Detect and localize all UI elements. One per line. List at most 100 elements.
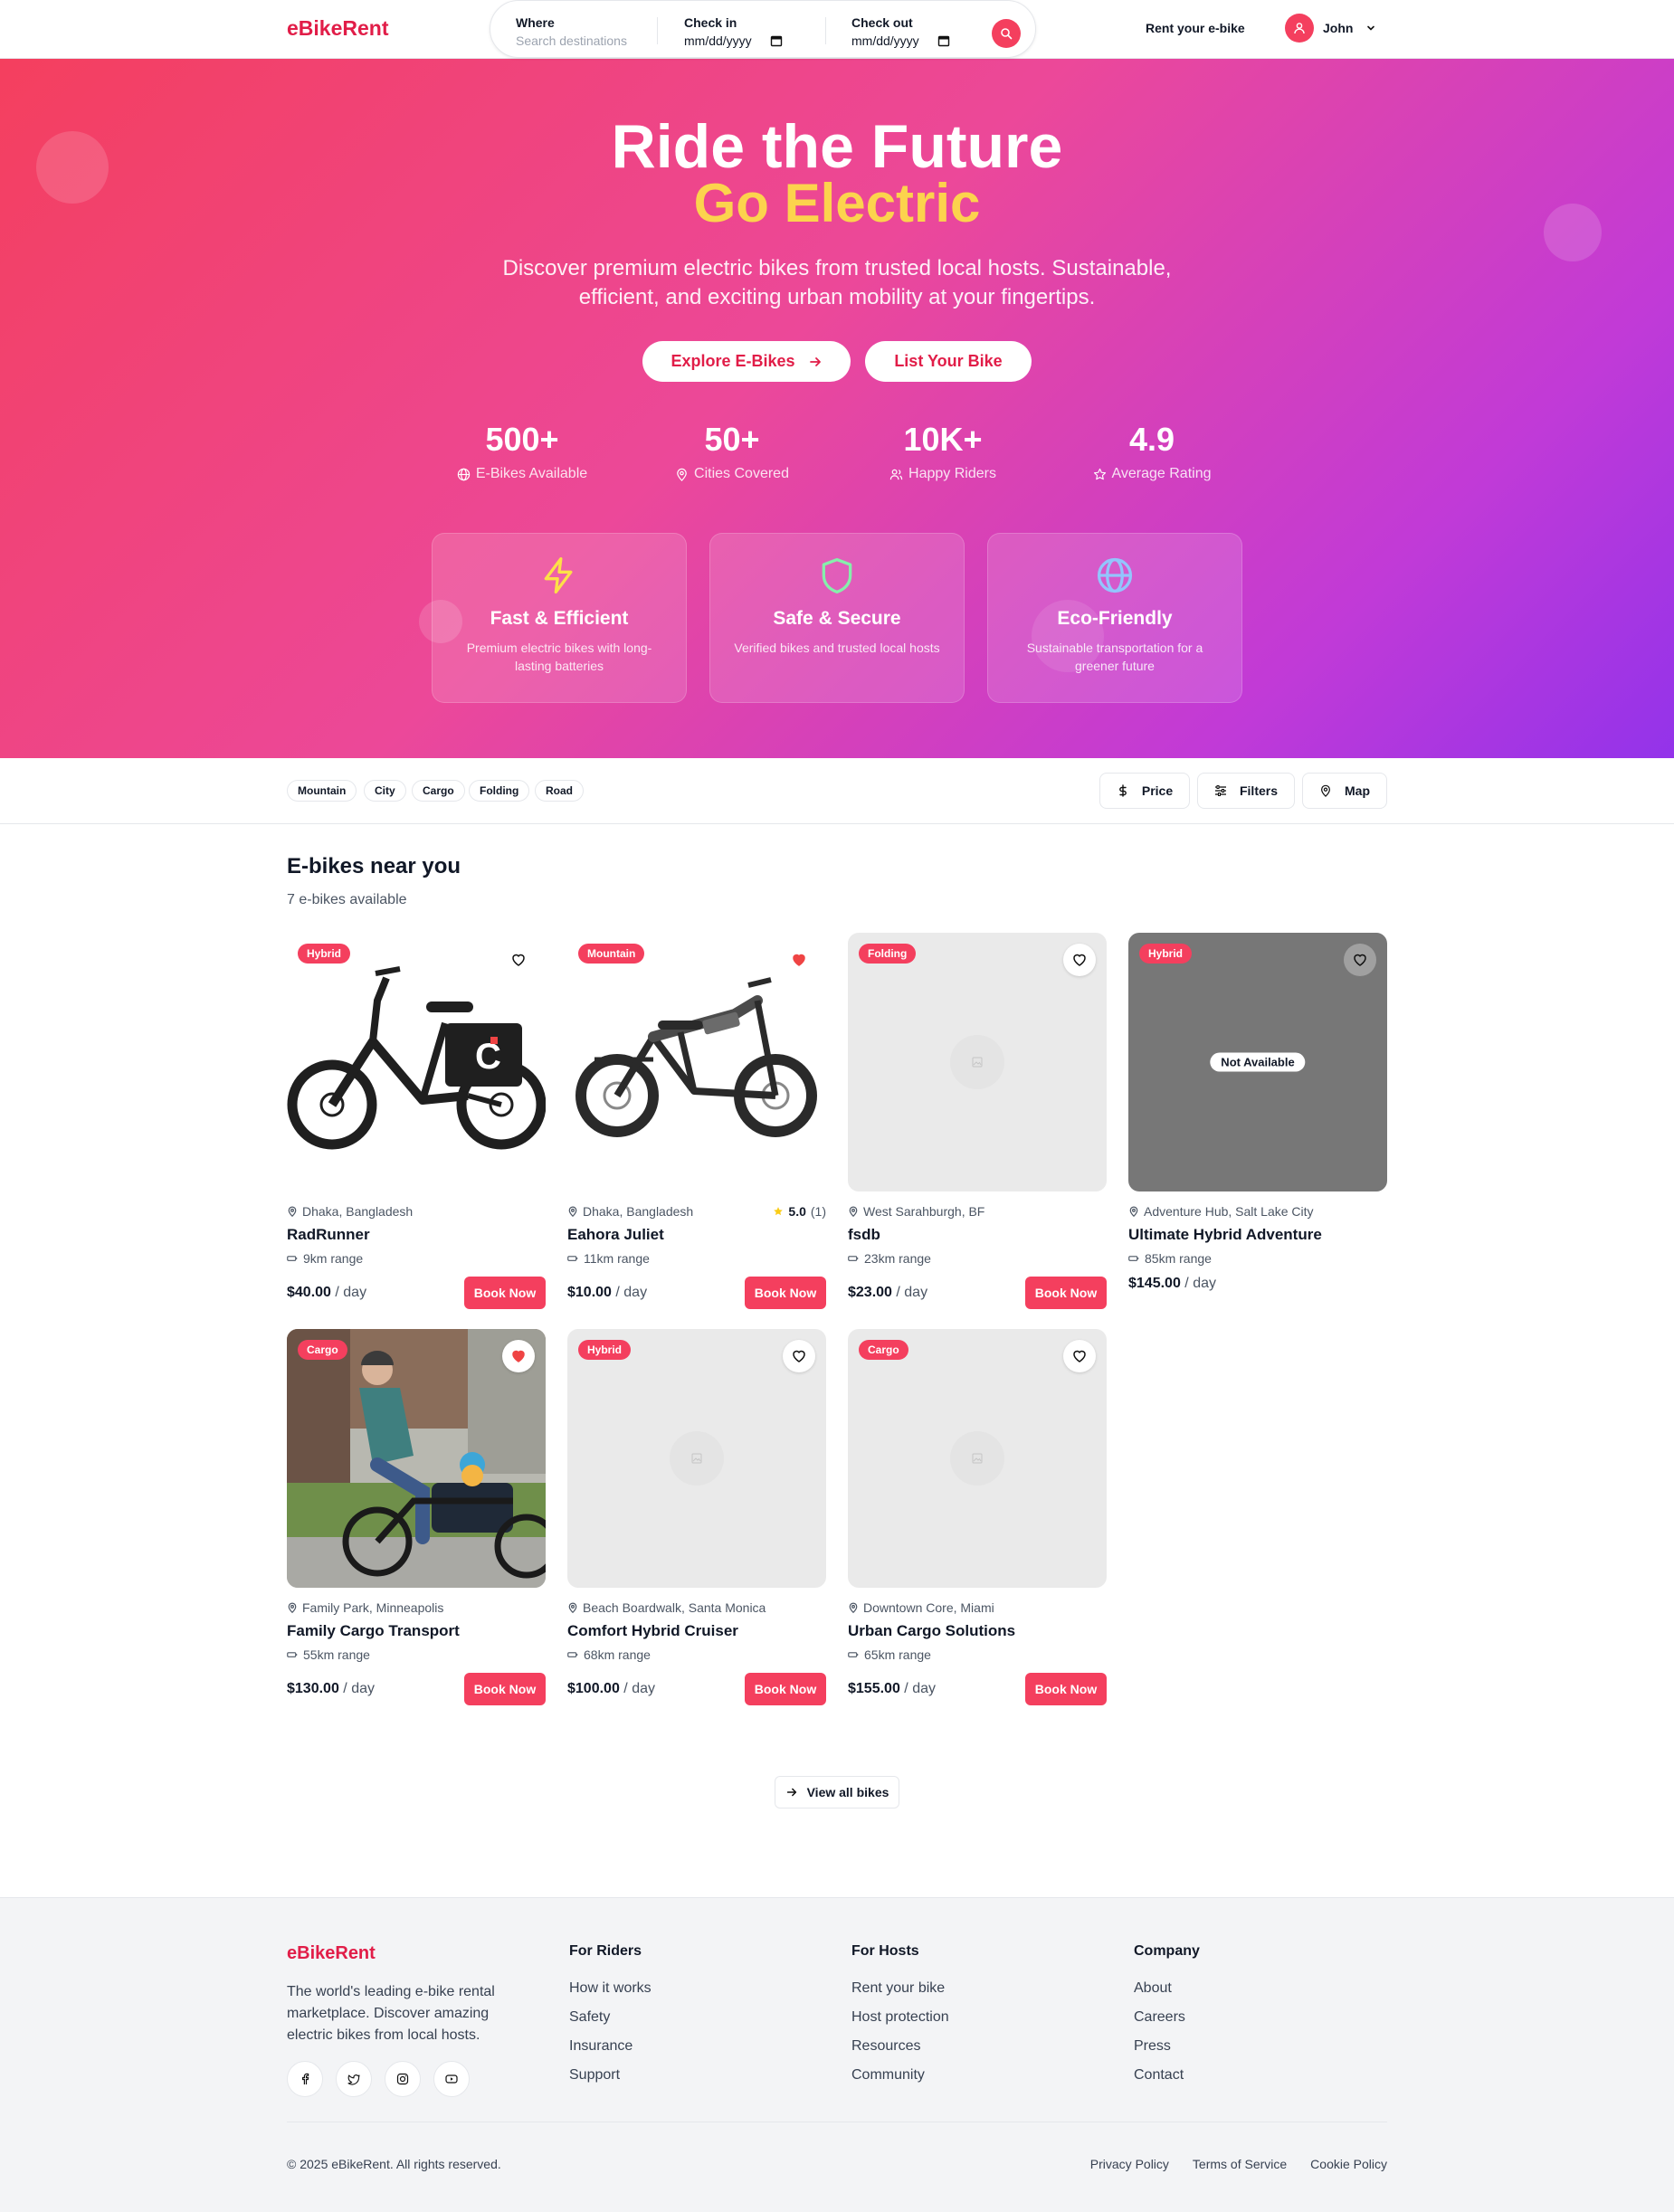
bike-image[interactable]: Mountain (567, 933, 826, 1191)
bike-name[interactable]: Urban Cargo Solutions (848, 1622, 1107, 1640)
category-chip-city[interactable]: City (364, 780, 406, 802)
logo[interactable]: eBikeRent (287, 16, 388, 41)
favorite-button[interactable] (1344, 944, 1376, 976)
facebook-link[interactable] (287, 2061, 323, 2097)
footer-link[interactable]: Support (569, 2061, 652, 2090)
social-links (287, 2061, 470, 2097)
bike-card[interactable]: C Hybrid Dhaka, Bangladesh RadRunner 9km… (287, 933, 546, 1309)
map-button[interactable]: Map (1302, 773, 1387, 809)
bike-name[interactable]: fsdb (848, 1226, 1107, 1244)
category-chip-mountain[interactable]: Mountain (287, 780, 357, 802)
bike-name[interactable]: Family Cargo Transport (287, 1622, 546, 1640)
bike-card[interactable]: Hybrid Beach Boardwalk, Santa Monica Com… (567, 1329, 826, 1705)
footer-link[interactable]: Resources (851, 2032, 949, 2061)
range-text: 9km range (303, 1251, 364, 1266)
bike-name[interactable]: Eahora Juliet (567, 1226, 826, 1244)
footer-link[interactable]: Careers (1134, 2003, 1200, 2032)
footer-link[interactable]: Contact (1134, 2061, 1200, 2090)
book-now-button[interactable]: Book Now (745, 1277, 826, 1309)
bike-name[interactable]: Comfort Hybrid Cruiser (567, 1622, 826, 1640)
image-icon (972, 1453, 983, 1464)
footer-link[interactable]: About (1134, 1974, 1200, 2003)
footer-link[interactable]: Press (1134, 2032, 1200, 2061)
footer-logo[interactable]: eBikeRent (287, 1943, 376, 1964)
book-now-button[interactable]: Book Now (1025, 1277, 1107, 1309)
footer-link[interactable]: Insurance (569, 2032, 652, 2061)
bike-image[interactable]: Cargo (848, 1329, 1107, 1588)
category-chip-cargo[interactable]: Cargo (412, 780, 465, 802)
bike-image[interactable]: Folding (848, 933, 1107, 1191)
favorite-button[interactable] (1063, 1340, 1096, 1372)
category-badge: Mountain (578, 944, 645, 964)
checkout-input[interactable]: mm/dd/yyyy (851, 33, 950, 48)
footer-column-riders: For Riders How it works Safety Insurance… (569, 1943, 652, 2090)
bike-location: Adventure Hub, Salt Lake City (1128, 1204, 1387, 1219)
where-field[interactable]: Where Search destinations (516, 15, 627, 48)
book-now-button[interactable]: Book Now (745, 1673, 826, 1705)
footer-link[interactable]: Rent your bike (851, 1974, 949, 2003)
favorite-button[interactable] (783, 1340, 815, 1372)
user-menu[interactable]: John (1285, 14, 1376, 43)
category-chip-road[interactable]: Road (535, 780, 584, 802)
bike-card[interactable]: Mountain Dhaka, Bangladesh 5.0 (1) Eahor… (567, 933, 826, 1309)
hero-section: Ride the Future Go Electric Discover pre… (0, 59, 1674, 758)
review-count: (1) (810, 1204, 826, 1219)
cookie-policy-link[interactable]: Cookie Policy (1310, 2157, 1387, 2171)
favorite-button[interactable] (502, 944, 535, 976)
calendar-icon[interactable] (770, 34, 783, 47)
price-row: $100.00 / day Book Now (567, 1673, 826, 1705)
feature-title: Eco-Friendly (1057, 608, 1173, 629)
privacy-policy-link[interactable]: Privacy Policy (1090, 2157, 1169, 2171)
footer-link[interactable]: How it works (569, 1974, 652, 2003)
bike-card[interactable]: Folding West Sarahburgh, BF fsdb 23km ra… (848, 933, 1107, 1309)
bike-range: 11km range (567, 1251, 826, 1266)
bike-image[interactable]: Hybrid (567, 1329, 826, 1588)
price-button[interactable]: Price (1099, 773, 1190, 809)
favorite-button[interactable] (1063, 944, 1096, 976)
rent-your-ebike-link[interactable]: Rent your e-bike (1146, 21, 1245, 35)
favorite-button[interactable] (502, 1340, 535, 1372)
view-all-bikes-button[interactable]: View all bikes (775, 1776, 899, 1809)
book-now-button[interactable]: Book Now (1025, 1673, 1107, 1705)
filters-button[interactable]: Filters (1197, 773, 1295, 809)
bike-card[interactable]: Cargo Family Park, Minneapolis Family Ca… (287, 1329, 546, 1705)
bike-card[interactable]: Cargo Downtown Core, Miami Urban Cargo S… (848, 1329, 1107, 1705)
bike-range: 55km range (287, 1647, 546, 1662)
avatar[interactable] (1285, 14, 1314, 43)
twitter-link[interactable] (336, 2061, 372, 2097)
chevron-down-icon[interactable] (1365, 23, 1376, 33)
where-input[interactable]: Search destinations (516, 33, 627, 48)
price-row: $130.00 / day Book Now (287, 1673, 546, 1705)
price-value: $23.00 (848, 1285, 892, 1300)
favorite-button[interactable] (783, 944, 815, 976)
book-now-button[interactable]: Book Now (464, 1673, 546, 1705)
map-pin-icon (1129, 1206, 1138, 1217)
instagram-icon (396, 2073, 409, 2085)
footer-link[interactable]: Safety (569, 2003, 652, 2032)
range-text: 65km range (864, 1647, 931, 1662)
book-now-button[interactable]: Book Now (464, 1277, 546, 1309)
footer-link[interactable]: Host protection (851, 2003, 949, 2032)
category-chip-folding[interactable]: Folding (469, 780, 530, 802)
bike-image[interactable]: Cargo (287, 1329, 546, 1588)
terms-of-service-link[interactable]: Terms of Service (1193, 2157, 1287, 2171)
bike-name[interactable]: RadRunner (287, 1226, 546, 1244)
bike-card[interactable]: Not Available Hybrid Adventure Hub, Salt… (1128, 933, 1387, 1295)
footer-link[interactable]: Community (851, 2061, 949, 2090)
checkin-field[interactable]: Check in mm/dd/yyyy (684, 15, 783, 48)
bike-image[interactable]: C Hybrid (287, 933, 546, 1191)
search-button[interactable] (992, 19, 1021, 48)
checkout-field[interactable]: Check out mm/dd/yyyy (851, 15, 950, 48)
instagram-link[interactable] (385, 2061, 421, 2097)
checkin-input[interactable]: mm/dd/yyyy (684, 33, 783, 48)
youtube-link[interactable] (433, 2061, 470, 2097)
bike-name[interactable]: Ultimate Hybrid Adventure (1128, 1226, 1387, 1244)
map-pin-icon (849, 1602, 858, 1613)
list-your-bike-button[interactable]: List Your Bike (865, 341, 1032, 382)
explore-ebikes-button[interactable]: Explore E-Bikes (642, 341, 851, 382)
calendar-icon[interactable] (937, 34, 950, 47)
bike-image[interactable]: Not Available Hybrid (1128, 933, 1387, 1191)
listing-count: 7 e-bikes available (287, 892, 407, 907)
bike-range: 85km range (1128, 1251, 1387, 1266)
user-name: John (1323, 21, 1354, 35)
